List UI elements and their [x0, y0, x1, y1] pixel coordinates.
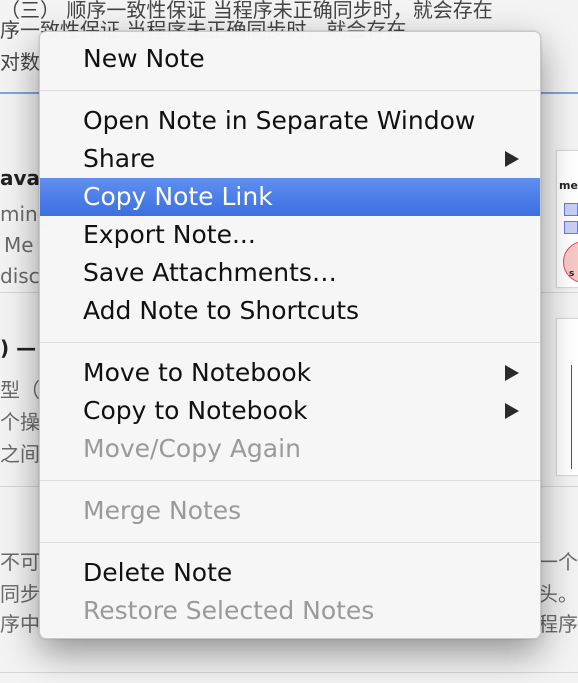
menu-item-share[interactable]: Share [40, 140, 540, 178]
note-snippet-line: 型（ [0, 378, 40, 402]
menu-separator [40, 480, 540, 481]
note-title: ava [0, 166, 41, 190]
note-separator [0, 672, 578, 673]
menu-item-label: Add Note to Shortcuts [83, 296, 360, 325]
menu-separator [40, 90, 540, 91]
note-snippet-line: 之间 [0, 442, 40, 466]
menu-item-restore-selected-notes: Restore Selected Notes [40, 592, 540, 630]
note-thumbnail [556, 318, 578, 476]
menu-item-label: New Note [83, 44, 205, 73]
menu-item-label: Delete Note [83, 558, 233, 587]
menu-item-open-in-separate-window[interactable]: Open Note in Separate Window [40, 102, 540, 140]
menu-separator [40, 342, 540, 343]
note-snippet-line: 个操 [0, 410, 40, 434]
menu-item-new-note[interactable]: New Note [40, 40, 540, 78]
chevron-right-icon [505, 365, 519, 381]
menu-item-label: Export Note... [83, 220, 256, 249]
thumbnail-box [564, 203, 578, 216]
note-thumbnail: me s [556, 150, 578, 288]
menu-item-label: Copy to Notebook [83, 396, 308, 425]
note-snippet-line: Me [4, 233, 34, 257]
menu-item-label: Share [83, 144, 156, 173]
menu-item-label: Open Note in Separate Window [83, 106, 476, 135]
note-snippet-line: 不可 [0, 550, 40, 574]
menu-item-label: Save Attachments… [83, 258, 337, 287]
menu-item-label: Copy Note Link [83, 182, 273, 211]
menu-item-label: Merge Notes [83, 496, 242, 525]
note-snippet-line: 对数 [0, 50, 40, 74]
menu-item-save-attachments[interactable]: Save Attachments… [40, 254, 540, 292]
menu-separator [40, 542, 540, 543]
note-snippet-line: 一个 [538, 550, 578, 574]
note-context-menu: New Note Open Note in Separate Window Sh… [39, 31, 541, 639]
menu-item-export-note[interactable]: Export Note... [40, 216, 540, 254]
menu-item-label: Move/Copy Again [83, 434, 301, 463]
thumbnail-label: s [569, 269, 575, 279]
menu-item-add-to-shortcuts[interactable]: Add Note to Shortcuts [40, 292, 540, 330]
menu-item-label: Move to Notebook [83, 358, 312, 387]
note-snippet-line: 同步 [0, 582, 40, 606]
menu-item-merge-notes: Merge Notes [40, 492, 540, 530]
menu-item-move-to-notebook[interactable]: Move to Notebook [40, 354, 540, 392]
thumbnail-box [564, 221, 578, 234]
menu-item-copy-note-link[interactable]: Copy Note Link [40, 178, 540, 216]
chevron-right-icon [505, 403, 519, 419]
menu-item-delete-note[interactable]: Delete Note [40, 554, 540, 592]
note-snippet-line: disc [0, 264, 40, 288]
note-snippet-line: 头。 [538, 582, 578, 606]
note-title: ) — [0, 336, 37, 360]
note-snippet-line: 序中 [0, 612, 40, 636]
menu-item-label: Restore Selected Notes [83, 596, 375, 625]
menu-item-copy-to-notebook[interactable]: Copy to Notebook [40, 392, 540, 430]
thumbnail-label: me [559, 179, 578, 192]
chevron-right-icon [505, 151, 519, 167]
note-snippet-line: 程序 [538, 612, 578, 636]
thumbnail-line [571, 365, 572, 469]
menu-item-move-copy-again: Move/Copy Again [40, 430, 540, 468]
